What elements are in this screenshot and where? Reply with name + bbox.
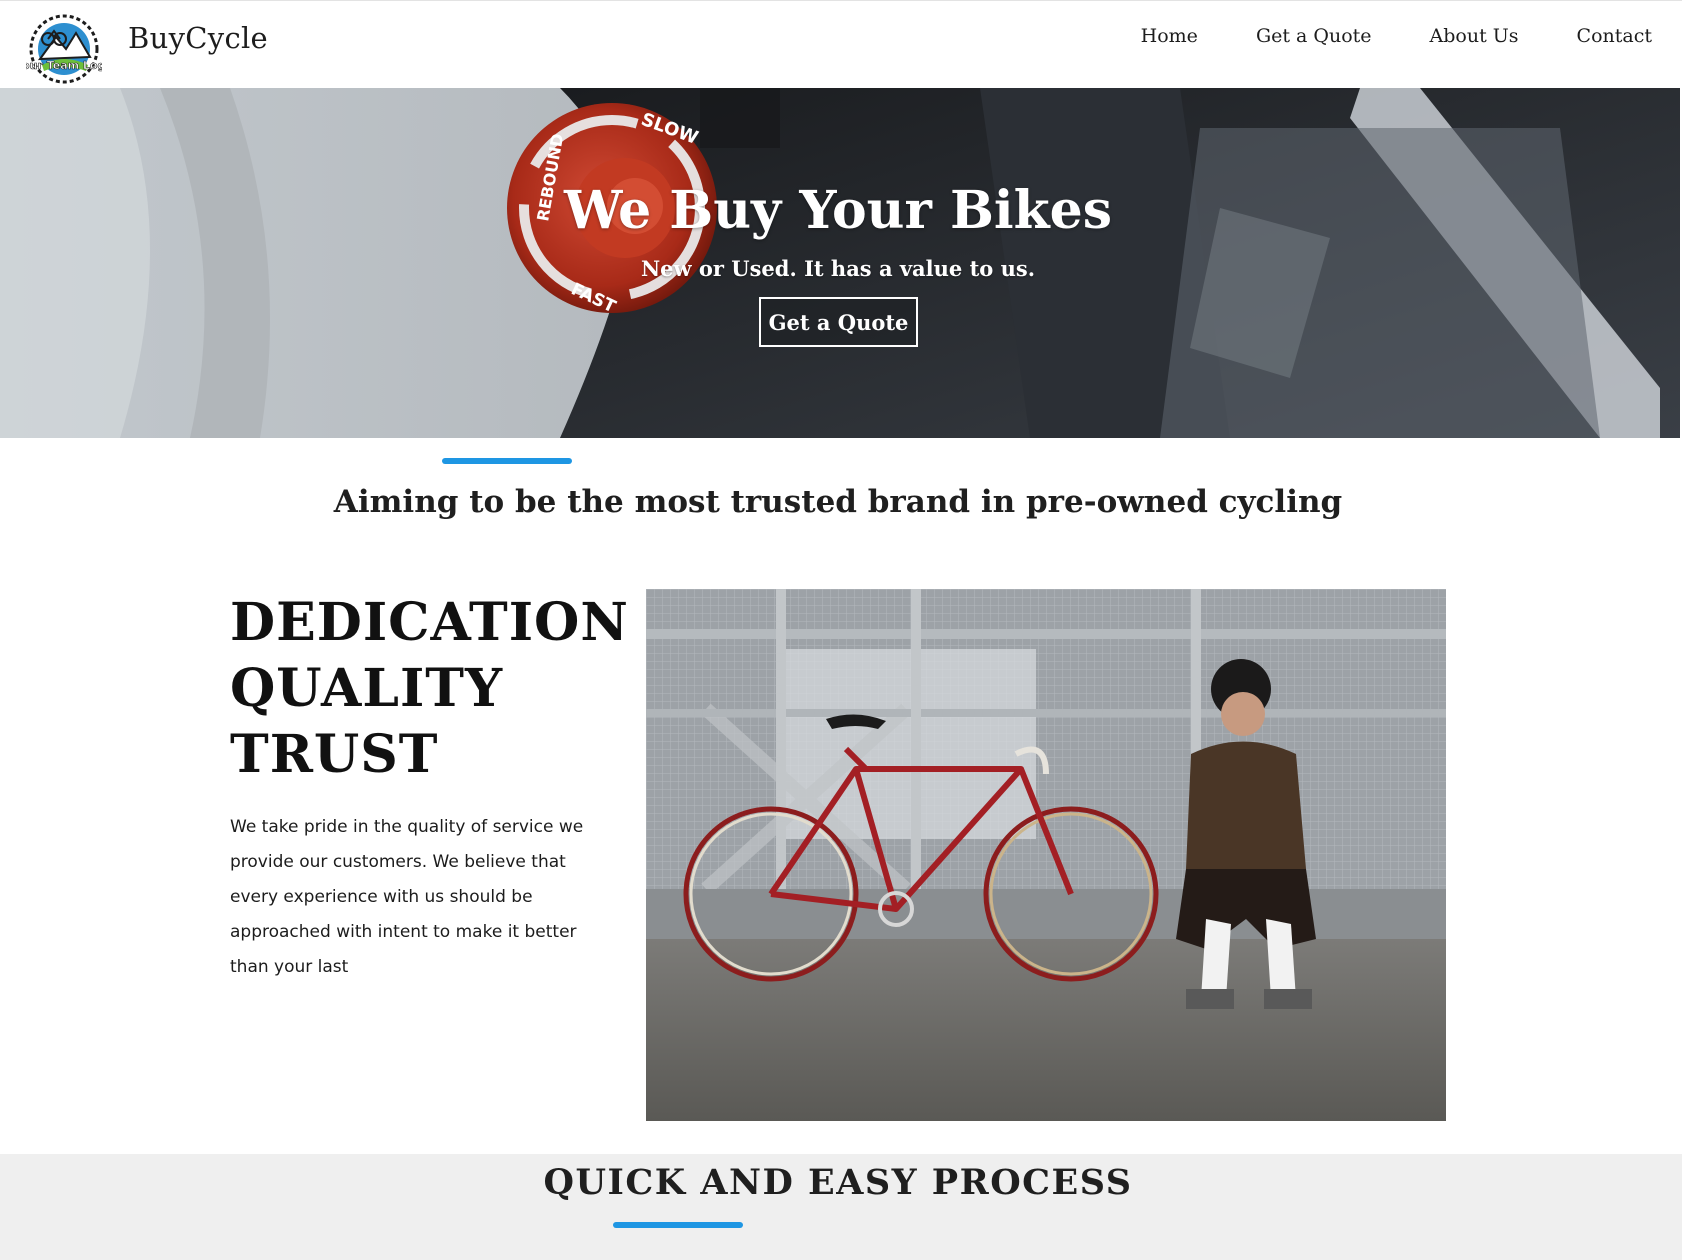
value-heading-dedication: DEDICATION: [230, 592, 629, 653]
cyclist-photo: [646, 589, 1446, 1121]
logo-text: Your Team Logo: [26, 59, 102, 72]
hero-title: We Buy Your Bikes: [563, 180, 1113, 241]
main-nav: Home Get a Quote About Us Contact: [1141, 25, 1682, 47]
value-heading-trust: TRUST: [230, 724, 439, 785]
brand-name[interactable]: BuyCycle: [128, 21, 268, 55]
nav-about-us[interactable]: About Us: [1430, 25, 1519, 47]
hero-banner: SLOW REBOUND FAST We Buy Your Bikes New …: [0, 88, 1680, 438]
value-heading-quality: QUALITY: [230, 658, 504, 719]
hero-content: We Buy Your Bikes New or Used. It has a …: [0, 88, 1680, 438]
process-section: QUICK AND EASY PROCESS: [0, 1154, 1682, 1260]
tagline: Aiming to be the most trusted brand in p…: [333, 484, 1343, 520]
values-section: DEDICATION QUALITY TRUST We take pride i…: [230, 590, 630, 985]
page: Your Team Logo BuyCycle Home Get a Quote…: [0, 0, 1682, 1260]
nav-get-a-quote[interactable]: Get a Quote: [1256, 25, 1372, 47]
nav-home[interactable]: Home: [1141, 25, 1198, 47]
hero-subtitle: New or Used. It has a value to us.: [640, 256, 1036, 281]
team-logo[interactable]: Your Team Logo: [14, 13, 114, 85]
nav-contact[interactable]: Contact: [1577, 25, 1652, 47]
tagline-accent-bar: [442, 458, 572, 464]
process-accent-bar: [613, 1222, 743, 1228]
values-description: We take pride in the quality of service …: [230, 817, 584, 977]
process-title: QUICK AND EASY PROCESS: [543, 1162, 1133, 1203]
get-a-quote-button[interactable]: Get a Quote: [759, 297, 918, 347]
site-header: Your Team Logo BuyCycle Home Get a Quote…: [0, 0, 1682, 88]
